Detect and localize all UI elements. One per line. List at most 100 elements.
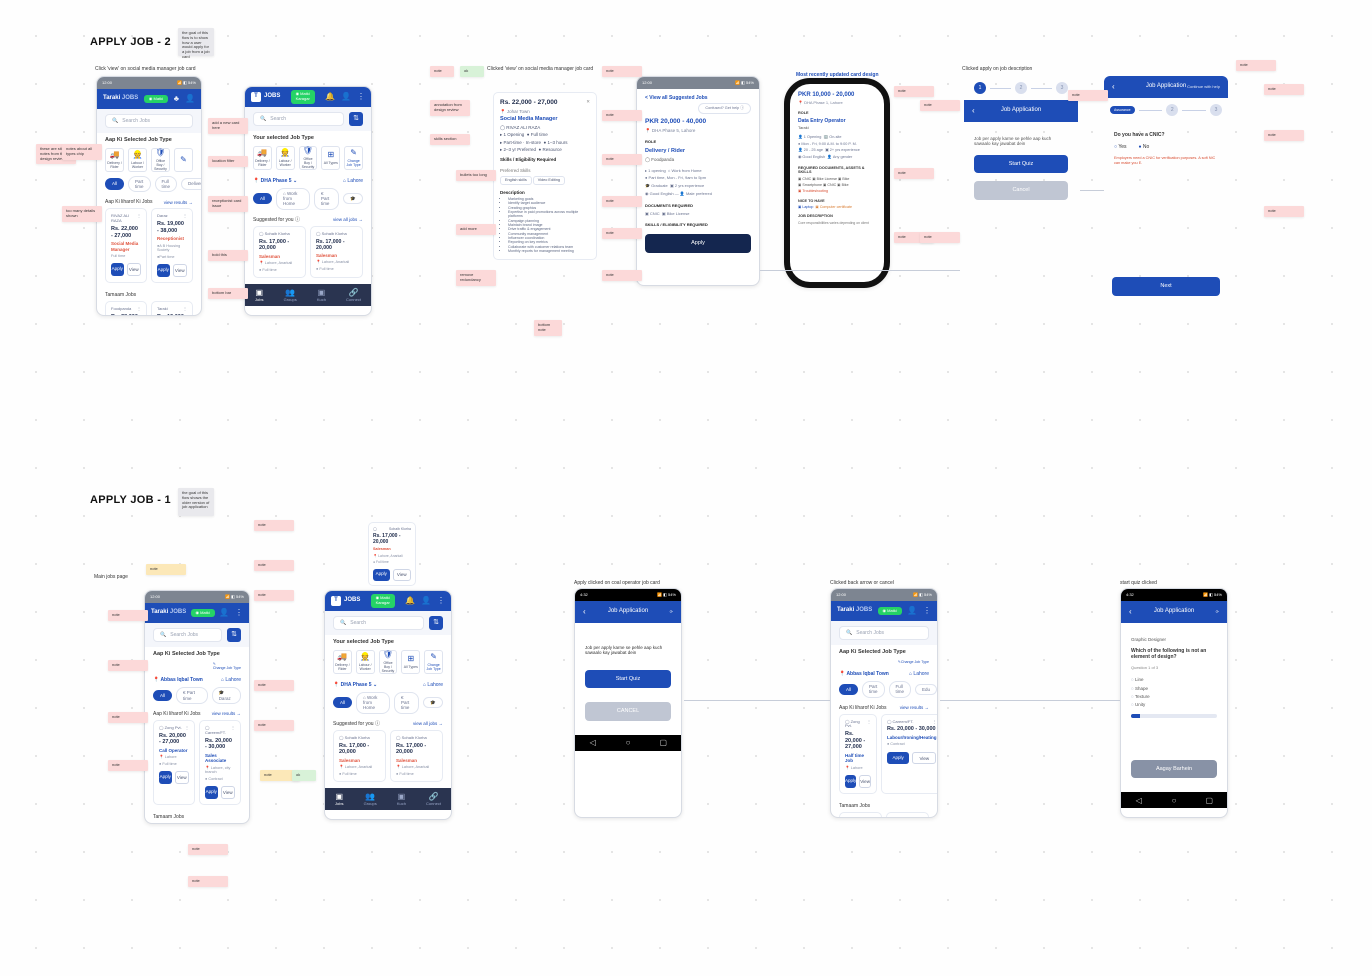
floating-job-card[interactable]: ◯ Sohaib Klorha Rs. 17,000 - 20,000 Sale… bbox=[368, 522, 416, 586]
job-card[interactable]: Foodpanda⋮ Rs. 38,000 - 85,000 Assistant… bbox=[105, 301, 147, 316]
sticky-note[interactable]: note bbox=[254, 720, 294, 731]
chip-ft[interactable]: Full time bbox=[155, 176, 178, 193]
chip-pt[interactable]: Part time bbox=[128, 176, 151, 193]
sticky-note[interactable]: note bbox=[188, 876, 228, 887]
chip-more[interactable]: Delivery bbox=[181, 178, 202, 189]
sticky-note[interactable]: note bbox=[108, 660, 148, 671]
jt-delivery[interactable]: 🚚Delivery / Rider bbox=[105, 148, 124, 172]
job-card[interactable]: ◯ Sohaib Klorha Rs. 17,000 - 20,000 Sale… bbox=[253, 226, 306, 278]
sticky-note[interactable]: note bbox=[602, 154, 642, 165]
view-results[interactable]: view results → bbox=[164, 200, 193, 205]
cancel-button[interactable]: CANCEL bbox=[585, 702, 671, 721]
sticky-note[interactable]: location filter bbox=[208, 156, 248, 167]
search-input[interactable]: 🔍Search Jobs bbox=[153, 628, 222, 642]
sticky-note[interactable]: note bbox=[920, 100, 960, 111]
help-badge[interactable]: Confused? Get help ⓘ bbox=[698, 103, 751, 114]
sticky-note[interactable]: notes about all types chip bbox=[62, 144, 102, 160]
city-label[interactable]: ⌂ Lahore bbox=[343, 178, 363, 184]
sticky-note[interactable]: note bbox=[602, 228, 642, 239]
back-icon[interactable]: ‹ bbox=[1112, 82, 1115, 92]
sticky-note[interactable]: note bbox=[602, 110, 642, 121]
job-card[interactable]: Daraz⋮ Rs. 19,000 - 38,000 Receptionist … bbox=[151, 208, 193, 282]
sticky-note[interactable]: ok bbox=[460, 66, 484, 77]
back-link[interactable]: < View all Suggested Jobs bbox=[645, 95, 708, 101]
jt-change[interactable]: ✎Change Job Type bbox=[344, 146, 363, 170]
sticky-note[interactable]: note bbox=[1264, 206, 1304, 217]
sticky-note[interactable]: note bbox=[254, 560, 294, 571]
sticky-note[interactable]: note bbox=[1236, 60, 1276, 71]
quiz-next-button[interactable]: Aagay Barhein bbox=[1131, 760, 1217, 779]
sticky-note[interactable]: note bbox=[1264, 130, 1304, 141]
share-icon[interactable]: ⋮ bbox=[137, 214, 141, 224]
view-button[interactable]: View bbox=[127, 263, 142, 275]
radio-group[interactable]: YesNo bbox=[1114, 144, 1218, 150]
sticky-note[interactable]: remove redundancy bbox=[456, 270, 496, 286]
back-icon[interactable]: ‹ bbox=[583, 607, 586, 617]
cancel-button[interactable]: Cancel bbox=[974, 181, 1068, 200]
job-card[interactable]: Taraki⋮ Rs. 19,000 - 38,000 Full time bbox=[151, 301, 193, 316]
quiz-options[interactable]: LineShapeTextureUnity bbox=[1131, 677, 1217, 708]
sticky-note[interactable]: note bbox=[920, 232, 960, 243]
whatsapp-badge[interactable]: ◉ MatkiKaragar bbox=[291, 90, 315, 104]
jt-office[interactable]: 🛡Office Boy / Security bbox=[299, 146, 318, 170]
view-all-link[interactable]: view all jobs → bbox=[333, 217, 363, 222]
sticky-note[interactable]: bold this bbox=[208, 250, 248, 261]
area-select[interactable]: 📍 DHA Phase 5 ⌄ bbox=[253, 178, 297, 184]
back-icon[interactable]: ‹ bbox=[1129, 607, 1132, 617]
jt-office[interactable]: 🛡Office Boy / Security bbox=[151, 148, 170, 172]
user-icon[interactable]: 👤 bbox=[341, 92, 351, 102]
sticky-note[interactable]: note bbox=[602, 196, 642, 207]
sticky-note[interactable]: note bbox=[108, 712, 148, 723]
sticky-note[interactable]: too many details shown bbox=[62, 206, 102, 222]
job-card[interactable]: ◯ Sohaib Klorha Rs. 17,000 - 20,000 Sale… bbox=[310, 226, 363, 278]
sticky-note[interactable]: note bbox=[108, 610, 148, 621]
sticky-note[interactable]: bottom bar bbox=[208, 288, 248, 299]
sticky-note[interactable]: bottom note bbox=[534, 320, 562, 336]
start-quiz-button[interactable]: Start Quiz bbox=[585, 670, 671, 689]
chip-all[interactable]: All bbox=[105, 178, 124, 189]
sticky-note[interactable]: add more bbox=[456, 224, 496, 235]
filter-button[interactable]: ⇅ bbox=[349, 112, 363, 126]
apply-button[interactable]: Apply bbox=[645, 234, 751, 253]
user-icon[interactable]: 👤 bbox=[185, 94, 195, 104]
sticky-note[interactable]: note bbox=[254, 680, 294, 691]
help-link[interactable]: Continue with help bbox=[1187, 85, 1220, 90]
apply-button[interactable]: Apply bbox=[111, 263, 124, 275]
next-button[interactable]: Next bbox=[1112, 277, 1220, 296]
close-icon[interactable]: ✕ bbox=[586, 99, 590, 107]
bell-icon[interactable]: 🔔 bbox=[325, 92, 335, 102]
jt-labour[interactable]: 👷Labour / Worker bbox=[128, 148, 147, 172]
jt-change[interactable]: ✎ bbox=[174, 148, 193, 172]
sticky-note[interactable]: ok bbox=[292, 770, 316, 781]
sticky-note[interactable]: receptionist card issue bbox=[208, 196, 248, 212]
sticky-note[interactable]: note bbox=[430, 66, 454, 77]
start-quiz-button[interactable]: Start Quiz bbox=[974, 155, 1068, 174]
job-card[interactable]: RIVAZ ALI RAZA⋮ Rs. 22,000 - 27,000 Soci… bbox=[105, 208, 147, 282]
sticky-note[interactable]: annotation from design review bbox=[430, 100, 470, 116]
sticky-note[interactable]: note bbox=[894, 86, 934, 97]
change-jobtype[interactable]: ✎Change Job Type bbox=[213, 662, 241, 671]
jt-delivery[interactable]: 🚚Delivery / Rider bbox=[253, 146, 272, 170]
job-card[interactable]: ◯ Zong Pvt.⋮ Rs. 20,000 - 27,000 Call Op… bbox=[153, 720, 195, 805]
search-input[interactable]: 🔍Search Jobs bbox=[105, 114, 193, 128]
jt-all[interactable]: ⊞All Types bbox=[321, 146, 340, 170]
whatsapp-badge[interactable]: ◉ Matki bbox=[144, 95, 168, 104]
search-input[interactable]: 🔍Search bbox=[253, 112, 344, 126]
filter-button[interactable]: ⇅ bbox=[227, 628, 241, 642]
sticky-note[interactable]: note bbox=[188, 844, 228, 855]
sticky-note[interactable]: bullets too long bbox=[456, 170, 496, 181]
job-card[interactable]: ◯ Careem/FT.⋮ Rs. 20,000 - 30,000 Sales … bbox=[199, 720, 241, 805]
sticky-note[interactable]: note bbox=[254, 520, 294, 531]
bell-icon[interactable]: ♣ bbox=[174, 94, 179, 104]
jt-labour[interactable]: 👷Labour / Worker bbox=[276, 146, 295, 170]
sticky-note[interactable]: skills section bbox=[430, 134, 470, 145]
sticky-note[interactable]: note bbox=[108, 760, 148, 771]
sticky-note[interactable]: note bbox=[602, 66, 642, 77]
sticky-note[interactable]: note bbox=[894, 168, 934, 179]
sticky-note[interactable]: note bbox=[146, 564, 186, 575]
sticky-note[interactable]: note bbox=[1264, 84, 1304, 95]
sticky-note[interactable]: add a new card here bbox=[208, 118, 248, 134]
sticky-note[interactable]: note bbox=[254, 590, 294, 601]
sticky-note[interactable]: note bbox=[602, 270, 642, 281]
sticky-note[interactable]: note bbox=[1068, 90, 1108, 101]
